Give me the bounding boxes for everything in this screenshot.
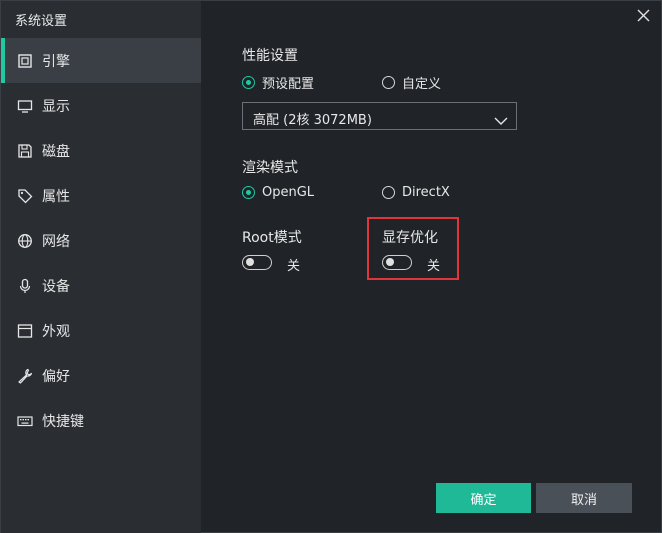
render-mode-title: 渲染模式 [242,160,298,176]
sidebar-item-device[interactable]: 设备 [1,263,201,308]
radio-label: 自定义 [402,77,442,92]
sidebar-item-appearance[interactable]: 外观 [1,308,201,353]
root-mode-toggle[interactable] [242,255,272,270]
chip-icon [16,52,34,70]
wrench-icon [16,367,34,385]
sidebar-item-shortcuts[interactable]: 快捷键 [1,398,201,443]
sidebar-item-label: 外观 [42,323,70,340]
sidebar-item-label: 设备 [42,278,70,295]
sidebar-item-disk[interactable]: 磁盘 [1,128,201,173]
sidebar-item-label: 快捷键 [42,413,84,430]
sidebar-item-label: 磁盘 [42,143,70,160]
sidebar-item-label: 网络 [42,233,70,250]
sidebar-item-preferences[interactable]: 偏好 [1,353,201,398]
chevron-down-icon [494,111,508,130]
sidebar: 系统设置 引擎 显示 磁盘 属性 网络 设备 外观 偏好 快捷键 [1,1,201,533]
window-title: 系统设置 [15,14,68,29]
sidebar-item-network[interactable]: 网络 [1,218,201,263]
radio-label: DirectX [402,185,450,200]
disk-icon [16,142,34,160]
microphone-icon [16,277,34,295]
sidebar-item-label: 引擎 [42,53,70,70]
performance-title: 性能设置 [242,48,298,64]
sidebar-item-display[interactable]: 显示 [1,83,201,128]
radio-label: 预设配置 [262,77,315,92]
close-button[interactable] [635,7,653,25]
root-mode-state: 关 [287,259,301,274]
select-value: 高配 (2核 3072MB) [253,113,372,128]
root-mode-title: Root模式 [242,230,302,246]
ok-button[interactable]: 确定 [436,483,531,513]
toggle-knob [246,258,254,266]
radio-checked-indicator [242,186,255,199]
globe-icon [16,232,34,250]
close-icon [637,9,650,22]
radio-preset-config[interactable]: 预设配置 [242,73,314,92]
cancel-button[interactable]: 取消 [536,483,632,513]
tag-icon [16,187,34,205]
radio-label: OpenGL [262,185,315,200]
radio-custom[interactable]: 自定义 [382,73,441,92]
sidebar-item-label: 显示 [42,98,70,115]
settings-window: 系统设置 引擎 显示 磁盘 属性 网络 设备 外观 偏好 快捷键 性能设置 预设… [0,0,662,533]
keyboard-icon [16,412,34,430]
radio-unchecked-indicator [382,76,395,89]
performance-select[interactable]: 高配 (2核 3072MB) [242,102,517,130]
sidebar-item-properties[interactable]: 属性 [1,173,201,218]
sidebar-item-label: 偏好 [42,368,70,385]
radio-opengl[interactable]: OpenGL [242,185,314,200]
radio-unchecked-indicator [382,186,395,199]
sidebar-item-label: 属性 [42,188,70,205]
monitor-icon [16,97,34,115]
highlight-box [367,217,459,280]
radio-directx[interactable]: DirectX [382,185,450,200]
radio-checked-indicator [242,76,255,89]
window-icon [16,322,34,340]
sidebar-item-engine[interactable]: 引擎 [1,38,201,83]
